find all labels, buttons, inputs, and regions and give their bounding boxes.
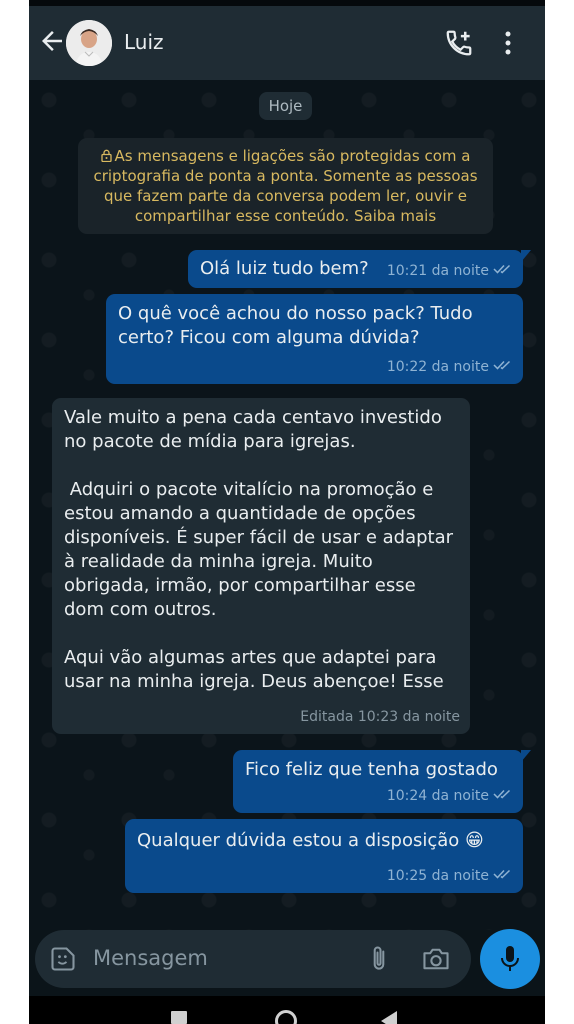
read-ticks-icon — [493, 264, 511, 274]
message-text: Fico feliz que tenha gostado — [245, 759, 498, 780]
message-input[interactable]: Mensagem — [93, 946, 208, 970]
mic-button[interactable] — [480, 929, 540, 989]
message-time: 10:22 da noite — [386, 359, 489, 375]
message-meta: 10:24 da noite — [387, 784, 513, 808]
date-chip: Hoje — [259, 92, 312, 120]
recents-button[interactable] — [171, 1011, 187, 1024]
camera-icon[interactable] — [421, 945, 451, 973]
lock-icon — [100, 149, 112, 162]
message-time: Editada 10:23 da noite — [300, 709, 460, 725]
bubble-tail — [52, 398, 54, 410]
message-text: O quê você achou do nosso pack? Tudo cer… — [118, 303, 479, 348]
message-time: 10:24 da noite — [386, 788, 489, 804]
chat-area[interactable]: Hoje As mensagens e ligações são protegi… — [29, 80, 545, 930]
message-meta: 10:21 da noite — [387, 259, 513, 283]
message-meta: Editada 10:23 da noite — [300, 705, 460, 729]
read-ticks-icon — [493, 360, 511, 370]
encryption-notice[interactable]: As mensagens e ligações são protegidas c… — [78, 138, 493, 234]
attach-icon[interactable] — [366, 944, 392, 974]
bubble-tail — [521, 250, 531, 262]
message-composer: Mensagem — [35, 930, 471, 988]
phone-screen: Luiz Hoje As mensagens e ligações são pr… — [29, 0, 545, 1024]
back-arrow-icon[interactable] — [37, 26, 67, 56]
chat-header: Luiz — [29, 6, 545, 80]
avatar-image — [66, 20, 112, 66]
message-bubble-outgoing[interactable]: O quê você achou do nosso pack? Tudo cer… — [106, 294, 523, 384]
message-bubble-outgoing[interactable]: Qualquer dúvida estou a disposição 😁 10:… — [125, 819, 523, 893]
message-time: 10:21 da noite — [386, 263, 489, 279]
message-time: 10:25 da noite — [386, 868, 489, 884]
message-text: Olá luiz tudo bem? — [200, 258, 369, 279]
back-button[interactable] — [381, 1011, 397, 1024]
message-bubble-incoming[interactable]: Vale muito a pena cada centavo investido… — [52, 398, 470, 734]
mic-icon — [501, 946, 519, 971]
message-bubble-outgoing[interactable]: Olá luiz tudo bem? 10:21 da noite — [188, 250, 531, 288]
home-button[interactable] — [275, 1010, 297, 1024]
bubble-tail — [521, 750, 531, 762]
avatar[interactable] — [66, 20, 112, 66]
message-meta: 10:25 da noite — [387, 864, 513, 888]
read-ticks-icon — [493, 869, 511, 879]
contact-name[interactable]: Luiz — [124, 30, 164, 54]
more-vert-icon[interactable] — [503, 28, 513, 58]
message-bubble-outgoing[interactable]: Fico feliz que tenha gostado 10:24 da no… — [233, 750, 531, 813]
message-text: Qualquer dúvida estou a disposição 😁 — [137, 830, 484, 851]
emoji-sticker-icon[interactable] — [49, 945, 77, 973]
encryption-notice-text: As mensagens e ligações são protegidas c… — [93, 147, 478, 225]
read-ticks-icon — [493, 789, 511, 799]
add-call-icon[interactable] — [444, 28, 474, 58]
message-meta: 10:22 da noite — [387, 355, 513, 379]
system-nav-bar — [29, 996, 545, 1024]
message-text: Vale muito a pena cada centavo investido… — [64, 407, 454, 692]
